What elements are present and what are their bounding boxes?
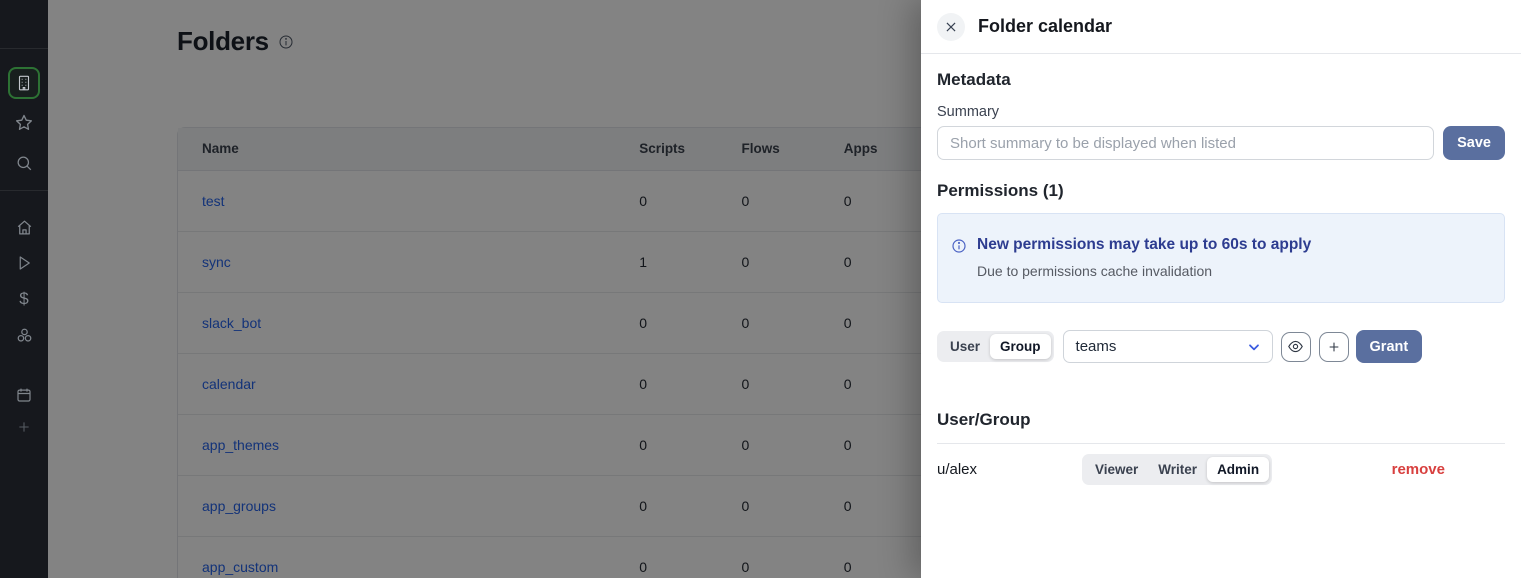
grant-button[interactable]: Grant xyxy=(1356,330,1423,363)
plus-icon xyxy=(16,419,32,435)
sidebar-item-schedules[interactable] xyxy=(0,381,48,409)
close-button[interactable] xyxy=(937,13,965,41)
summary-label: Summary xyxy=(937,104,1505,120)
sidebar-item-add[interactable] xyxy=(0,413,48,441)
permissions-info-banner: New permissions may take up to 60s to ap… xyxy=(937,213,1505,303)
preview-permissions-button[interactable] xyxy=(1281,332,1311,362)
folder-drawer: Folder calendar Metadata Summary Save Pe… xyxy=(921,0,1521,578)
toggle-user[interactable]: User xyxy=(940,334,990,359)
metadata-heading: Metadata xyxy=(937,70,1505,90)
info-icon xyxy=(951,238,967,254)
grant-controls: User Group teams xyxy=(937,330,1505,363)
search-icon xyxy=(15,154,34,173)
role-toggle: Viewer Writer Admin xyxy=(1082,454,1272,485)
sidebar-item-home[interactable] xyxy=(0,213,48,241)
sidebar-item-runs[interactable] xyxy=(0,249,48,277)
home-icon xyxy=(15,218,34,237)
plus-icon xyxy=(1326,339,1342,355)
role-viewer[interactable]: Viewer xyxy=(1085,457,1148,482)
drawer-title: Folder calendar xyxy=(978,16,1112,37)
toggle-group[interactable]: Group xyxy=(990,334,1051,359)
sidebar-item-folders[interactable] xyxy=(8,67,40,99)
close-icon xyxy=(944,20,958,34)
user-group-heading: User/Group xyxy=(937,410,1505,430)
group-select-value: teams xyxy=(1076,338,1246,355)
sidebar: $ xyxy=(0,0,48,578)
banner-title: New permissions may take up to 60s to ap… xyxy=(977,236,1311,254)
play-icon xyxy=(15,254,33,272)
sidebar-item-resources[interactable] xyxy=(0,321,48,349)
role-writer[interactable]: Writer xyxy=(1148,457,1207,482)
add-permission-button[interactable] xyxy=(1319,332,1349,362)
remove-button[interactable]: remove xyxy=(1392,461,1445,478)
sidebar-item-variables[interactable]: $ xyxy=(0,285,48,313)
building-icon xyxy=(15,74,33,92)
cluster-icon xyxy=(15,326,34,345)
user-group-toggle: User Group xyxy=(937,331,1054,362)
banner-subtitle: Due to permissions cache invalidation xyxy=(977,263,1311,279)
sidebar-item-search[interactable] xyxy=(0,149,48,177)
star-icon xyxy=(14,113,34,133)
permission-entry-row: u/alex Viewer Writer Admin remove xyxy=(937,444,1505,485)
chevron-down-icon xyxy=(1246,339,1262,355)
drawer-backdrop[interactable] xyxy=(48,0,921,578)
summary-input[interactable] xyxy=(937,126,1434,160)
drawer-header: Folder calendar xyxy=(921,0,1521,54)
app-window: $ Folders xyxy=(0,0,1521,578)
calendar-icon xyxy=(15,386,33,404)
windmill-logo-icon[interactable] xyxy=(0,11,48,39)
role-admin[interactable]: Admin xyxy=(1207,457,1269,482)
save-button[interactable]: Save xyxy=(1443,126,1505,160)
eye-icon xyxy=(1287,338,1304,355)
group-select[interactable]: teams xyxy=(1063,330,1273,363)
entry-name: u/alex xyxy=(937,461,1082,478)
sidebar-item-favorites[interactable] xyxy=(0,109,48,137)
dollar-icon: $ xyxy=(19,289,28,309)
permissions-heading: Permissions (1) xyxy=(937,181,1505,201)
